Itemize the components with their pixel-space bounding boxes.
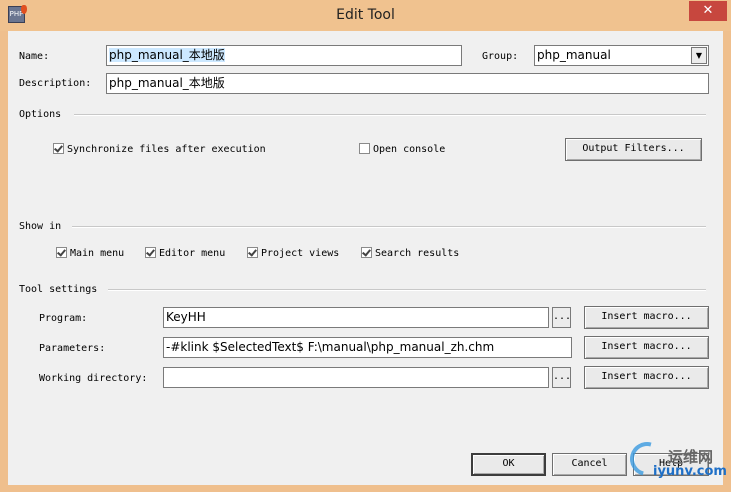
group-label: Group: [482, 51, 519, 62]
options-divider [74, 114, 706, 116]
output-filters-button[interactable]: Output Filters... [565, 138, 702, 161]
ok-button[interactable]: OK [471, 453, 546, 476]
working-directory-label: Working directory: [39, 373, 148, 384]
show-in-project-views-checkbox[interactable]: Project views [247, 247, 339, 261]
close-icon: ✕ [702, 3, 714, 18]
tool-settings-divider [108, 289, 706, 291]
sync-files-checkbox[interactable]: Synchronize files after execution [53, 143, 266, 157]
checkbox-unchecked-icon [359, 143, 370, 154]
program-input[interactable]: KeyHH [163, 307, 549, 328]
chevron-down-icon[interactable]: ▼ [691, 47, 707, 64]
description-label: Description: [19, 78, 92, 89]
checkbox-checked-icon [56, 247, 67, 258]
description-input[interactable]: php_manual_本地版 [106, 73, 709, 94]
working-directory-input[interactable] [163, 367, 549, 388]
open-console-checkbox[interactable]: Open console [359, 143, 445, 157]
checkbox-checked-icon [145, 247, 156, 258]
show-in-main-menu-checkbox[interactable]: Main menu [56, 247, 124, 261]
cancel-button[interactable]: Cancel [552, 453, 627, 476]
program-label: Program: [39, 313, 88, 324]
show-in-editor-menu-label: Editor menu [159, 248, 226, 259]
checkbox-checked-icon [247, 247, 258, 258]
show-in-search-results-checkbox[interactable]: Search results [361, 247, 459, 261]
program-input-value: KeyHH [166, 310, 206, 324]
show-in-editor-menu-checkbox[interactable]: Editor menu [145, 247, 225, 261]
open-console-label: Open console [373, 144, 446, 155]
working-directory-insert-macro-button[interactable]: Insert macro... [584, 366, 709, 389]
sync-files-label: Synchronize files after execution [67, 144, 266, 155]
parameters-input-value: -#klink $SelectedText$ F:\manual\php_man… [166, 340, 495, 354]
watermark-text-url: iyunv.com [653, 464, 727, 479]
show-in-main-menu-label: Main menu [70, 248, 125, 259]
program-browse-button[interactable]: ... [552, 307, 571, 328]
show-in-section-label: Show in [19, 221, 62, 232]
show-in-search-results-label: Search results [375, 248, 460, 259]
parameters-input[interactable]: -#klink $SelectedText$ F:\manual\php_man… [163, 337, 572, 358]
show-in-project-views-label: Project views [261, 248, 340, 259]
name-input[interactable]: php_manual_本地版 [106, 45, 462, 66]
working-directory-browse-button[interactable]: ... [552, 367, 571, 388]
show-in-divider [72, 226, 706, 228]
checkbox-checked-icon [361, 247, 372, 258]
group-select-value: php_manual [537, 48, 611, 62]
checkbox-checked-icon [53, 143, 64, 154]
ellipsis-icon: ... [553, 371, 572, 382]
name-input-value: php_manual_本地版 [109, 48, 225, 62]
title-bar[interactable]: PHP Edit Tool ✕ [0, 0, 731, 31]
group-select[interactable]: php_manual ▼ [534, 45, 709, 66]
close-button[interactable]: ✕ [689, 1, 727, 21]
description-input-value: php_manual_本地版 [109, 76, 225, 90]
parameters-insert-macro-button[interactable]: Insert macro... [584, 336, 709, 359]
name-label: Name: [19, 51, 50, 62]
ellipsis-icon: ... [553, 311, 572, 322]
program-insert-macro-button[interactable]: Insert macro... [584, 306, 709, 329]
tool-settings-section-label: Tool settings [19, 284, 98, 295]
options-section-label: Options [19, 109, 62, 120]
watermark: 运维网 iyunv.com [620, 435, 727, 484]
dialog-client-area: Name: php_manual_本地版 Group: php_manual ▼… [8, 31, 723, 485]
window-title: Edit Tool [336, 7, 395, 23]
parameters-label: Parameters: [39, 343, 106, 354]
